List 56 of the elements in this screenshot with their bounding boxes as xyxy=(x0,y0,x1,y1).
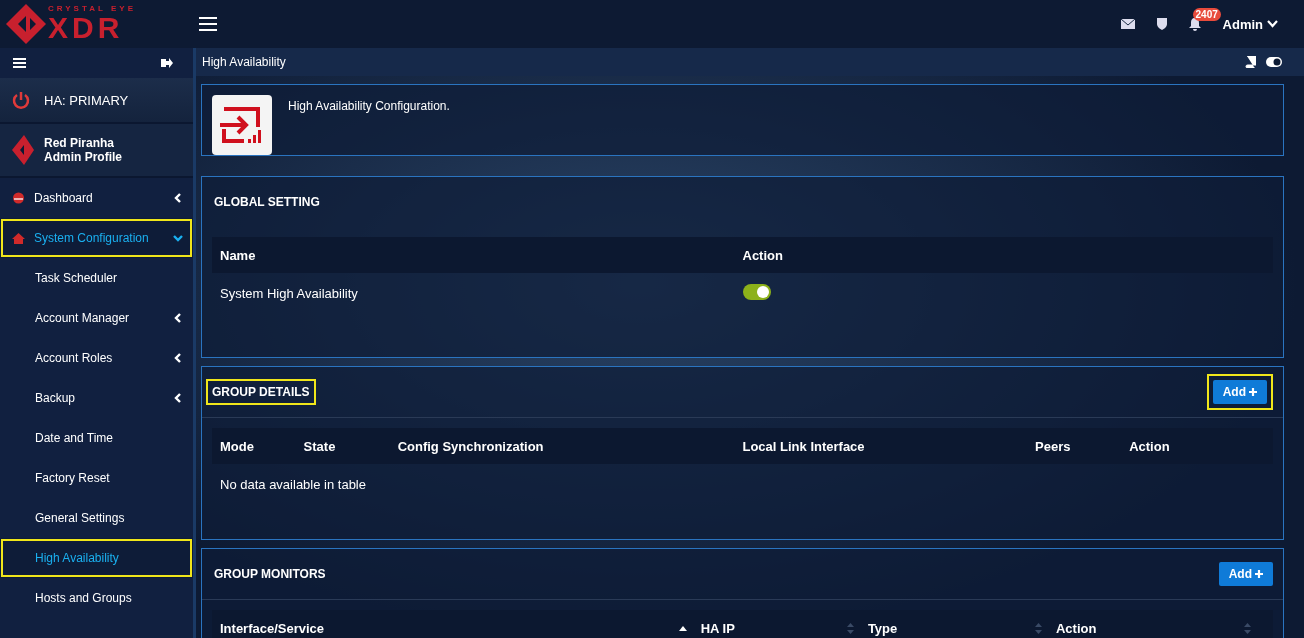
column-header: Config Synchronization xyxy=(397,438,545,454)
table-cell-text: System High Availability xyxy=(220,285,359,301)
toggle-switch[interactable] xyxy=(742,283,771,300)
column-header: State xyxy=(303,438,337,454)
home-icon xyxy=(12,232,25,244)
chevron-down-icon xyxy=(1267,20,1278,28)
sidebar-item[interactable]: Factory Reset xyxy=(0,458,193,498)
sidebar-item[interactable]: High Availability xyxy=(0,538,193,578)
column-header[interactable]: Interface/Service xyxy=(220,620,325,636)
sidebar-item[interactable]: Task Scheduler xyxy=(0,258,193,298)
column-header: Action xyxy=(742,247,784,263)
intro-text: High Availability Configuration. xyxy=(288,98,450,115)
column-header[interactable]: Action xyxy=(1055,620,1097,636)
toggle-icon[interactable] xyxy=(1266,57,1282,67)
user-menu[interactable]: Admin xyxy=(1222,16,1278,32)
plus-icon xyxy=(1255,570,1263,578)
empty-table-message: No data available in table xyxy=(220,476,366,492)
add-button[interactable]: Add xyxy=(1212,380,1267,404)
logo-wordmark: XDR xyxy=(48,13,125,43)
panel-title: GROUP MONITORS xyxy=(213,566,327,583)
sort-ascending-icon[interactable] xyxy=(678,625,687,631)
logo-icon xyxy=(12,135,34,165)
profile-role: Admin Profile xyxy=(44,150,122,164)
sidebar-item[interactable]: Account Roles xyxy=(0,338,193,378)
column-header[interactable]: Type xyxy=(867,620,898,636)
notification-badge: 2407 xyxy=(1192,7,1221,21)
ha-app-icon xyxy=(212,95,272,155)
column-header: Name xyxy=(220,247,257,263)
logout-icon[interactable] xyxy=(161,58,173,68)
logo-tagline: CRYSTAL EYE xyxy=(48,5,136,13)
sidebar-item[interactable]: Account Manager xyxy=(0,298,193,338)
column-header: Action xyxy=(1129,438,1171,454)
page-title: High Availability xyxy=(202,55,286,69)
power-icon xyxy=(12,91,30,109)
plus-icon xyxy=(1249,388,1257,396)
envelope-icon[interactable] xyxy=(1120,19,1135,29)
panel-title: GLOBAL SETTING xyxy=(213,194,321,211)
sidebar-item[interactable]: General Settings xyxy=(0,498,193,538)
menu-icon[interactable] xyxy=(199,17,217,31)
profile-name: Red Piranha xyxy=(44,136,116,150)
sidebar-item[interactable]: Hosts and Groups xyxy=(0,578,193,618)
sidebar-item[interactable]: Date and Time xyxy=(0,418,193,458)
add-button[interactable]: Add xyxy=(1218,562,1273,586)
sidebar-item[interactable]: System Configuration xyxy=(0,218,193,258)
column-header: Local Link Interface xyxy=(742,438,866,454)
sidebar-item[interactable]: Dashboard xyxy=(0,178,193,218)
column-header[interactable]: HA IP xyxy=(700,620,735,636)
column-header: Peers xyxy=(1035,438,1072,454)
ha-status: HA: PRIMARY xyxy=(44,92,129,108)
menu-icon[interactable] xyxy=(13,58,26,68)
book-icon[interactable] xyxy=(1245,56,1256,68)
column-header: Mode xyxy=(220,438,255,454)
bell-icon[interactable] xyxy=(1188,17,1201,31)
panel-title: GROUP DETAILS xyxy=(206,379,316,405)
sidebar-item[interactable]: Backup xyxy=(0,378,193,418)
shield-icon[interactable] xyxy=(1156,18,1167,30)
